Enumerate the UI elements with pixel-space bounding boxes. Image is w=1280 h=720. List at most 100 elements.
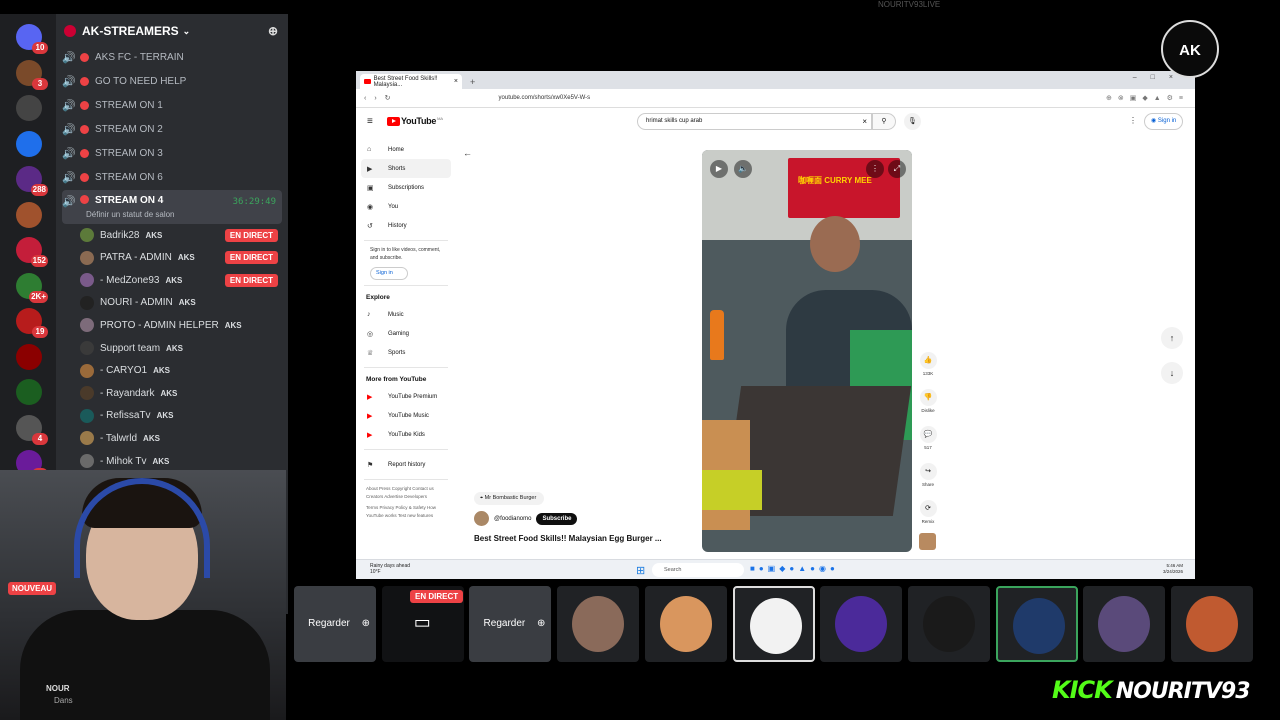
browser-tab[interactable]: Best Street Food Skills!! Malaysia... × [360, 74, 462, 89]
taskbar-search[interactable]: Search [652, 563, 744, 577]
subscribe-button[interactable]: Subscribe [536, 512, 578, 525]
voice-channel-active[interactable]: 🔊 STREAM ON 4 36:29:49 Définir un statut de… [62, 190, 282, 224]
more-vert-icon[interactable]: ⋮ [866, 160, 884, 178]
fullscreen-icon[interactable]: ⤢ [888, 160, 906, 178]
watch-icon[interactable]: ⊕ [537, 618, 545, 629]
voice-channel[interactable]: 🔊 STREAM ON 3 [62, 142, 282, 164]
server-icon[interactable]: 10 [16, 24, 48, 54]
voice-member[interactable]: - RefissaTv AKS [80, 405, 280, 427]
sidebar-item-subscriptions[interactable]: ▣ Subscriptions [356, 178, 456, 197]
uploader-handle[interactable]: @foodianomo [494, 516, 531, 522]
sidebar-item-gaming[interactable]: ◎ Gaming [356, 324, 456, 343]
voice-member[interactable]: PATRA - ADMIN AKS EN DIRECT [80, 247, 280, 269]
sidebar-item-yt-app[interactable]: ▶ YouTube Kids [356, 425, 456, 444]
add-member-icon[interactable]: ⊕ [268, 24, 278, 38]
location-chip[interactable]: ⌖ Mr Bombastic Burger [474, 492, 545, 505]
server-icon[interactable]: 152 [16, 237, 48, 267]
sidebar-item-home[interactable]: ⌂ Home [356, 140, 456, 159]
footer-links[interactable]: Terms Privacy Policy & Safety How YouTub… [356, 504, 448, 519]
server-icon[interactable] [16, 95, 42, 121]
audio-thumbnail[interactable] [919, 533, 936, 550]
volume-icon[interactable]: 🔈 [734, 160, 752, 178]
action-icon[interactable]: 💬 [919, 426, 937, 443]
back-arrow-icon[interactable]: ← [463, 148, 472, 158]
voice-member[interactable]: Support team AKS [80, 337, 280, 359]
extensions-icons[interactable]: ⊕⊗▣◆▲⚙≡ [1106, 94, 1189, 102]
windows-start-icon[interactable]: ⊞ [636, 564, 645, 577]
uploader-avatar[interactable] [474, 511, 489, 526]
previous-short-arrow-icon[interactable]: ↑ [1161, 327, 1183, 349]
voice-member[interactable]: - Mihok Tv AKS [80, 450, 280, 472]
sidebar-sign-in-button[interactable]: Sign in [370, 267, 408, 280]
watch-icon[interactable]: ⊕ [362, 618, 370, 629]
server-icon[interactable] [16, 201, 42, 228]
sidebar-item-report[interactable]: ⚑ Report history [356, 455, 456, 474]
voice-member[interactable]: - CARYO1 AKS [80, 360, 280, 382]
action-icon[interactable]: 👍 [919, 352, 937, 369]
voice-channel[interactable]: 🔊 STREAM ON 1 [62, 94, 282, 116]
stream-tile[interactable] [820, 586, 903, 662]
footer-links[interactable]: About Press Copyright Contact us Creator… [356, 485, 448, 500]
taskbar-app-icons[interactable]: ■●▣◆●▲●◉● [750, 564, 839, 573]
server-icon[interactable]: 4 [16, 414, 48, 445]
play-icon[interactable]: ▶ [710, 160, 728, 178]
voice-channel[interactable]: 🔊 STREAM ON 2 [62, 118, 282, 140]
action-icon[interactable]: ⟳ [919, 500, 937, 517]
stream-tile[interactable] [1083, 586, 1166, 662]
weather-widget[interactable]: Rainy days ahead 10°F [370, 563, 410, 575]
more-options-icon[interactable]: ⋮ [1129, 116, 1137, 125]
voice-channel[interactable]: 🔊 GO TO NEED HELP [62, 70, 282, 92]
voice-member[interactable]: - Rayandark AKS [80, 382, 280, 404]
stream-tile[interactable] [1171, 586, 1253, 662]
next-short-arrow-icon[interactable]: ↓ [1161, 362, 1183, 384]
sidebar-item-sports[interactable]: ♕ Sports [356, 343, 456, 362]
stream-tile[interactable] [644, 586, 727, 662]
voice-channel[interactable]: 🔊 AKS FC - TERRAIN [62, 46, 282, 68]
clear-search-icon[interactable]: × [862, 114, 867, 129]
hamburger-menu-icon[interactable]: ≡ [367, 116, 373, 127]
youtube-logo[interactable]: YouTube MA [387, 116, 443, 126]
sidebar-item-shorts[interactable]: ▶ Shorts [361, 159, 451, 178]
server-icon[interactable] [16, 130, 42, 157]
server-icon[interactable] [16, 343, 42, 370]
search-input[interactable]: hrimat skills cup arab × [637, 113, 872, 130]
short-video-player[interactable]: 咖喱面 CURRY MEE ▶ 🔈 ⋮ ⤢ [702, 150, 912, 552]
close-tab-icon[interactable]: × [454, 78, 458, 85]
mic-icon[interactable]: 🎙 [904, 113, 921, 130]
new-tab-button[interactable]: + [470, 77, 475, 89]
server-icon[interactable]: 288 [16, 166, 48, 196]
stream-tile[interactable] [732, 586, 815, 662]
action-icon[interactable]: 👎 [919, 389, 937, 406]
nav-buttons[interactable]: ‹›↻ [364, 94, 399, 102]
voice-channel[interactable]: 🔊 STREAM ON 6 [62, 166, 282, 188]
sidebar-item-yt-app[interactable]: ▶ YouTube Premium [356, 387, 456, 406]
stream-tile[interactable] [907, 586, 990, 662]
stream-tile[interactable]: Regarder ⊕ [469, 586, 552, 662]
url-field[interactable]: youtube.com/shorts/xw0Xe5V-W-s [499, 95, 591, 101]
action-icon[interactable]: ↪ [919, 463, 937, 480]
guild-header[interactable]: AK-STREAMERS ⌄ ⊕ [56, 14, 288, 48]
voice-member[interactable]: NOURI - ADMIN AKS [80, 292, 280, 314]
sidebar-item-label: Music [388, 311, 404, 318]
sidebar-item-music[interactable]: ♪ Music [356, 305, 456, 324]
stream-tile[interactable]: Regarder ⊕ [294, 586, 376, 662]
taskbar-clock[interactable]: 5:46 AM 3/24/2026 [1163, 563, 1183, 575]
sign-in-button[interactable]: ◉ Sign in [1144, 113, 1184, 130]
search-button[interactable]: ⚲ [872, 113, 896, 130]
voice-member[interactable]: - MedZone93 AKS EN DIRECT [80, 269, 280, 291]
voice-member[interactable]: - Talwrld AKS [80, 427, 280, 449]
server-icon[interactable]: 2K+ [16, 272, 48, 303]
voice-member[interactable]: PROTO - ADMIN HELPER AKS [80, 314, 280, 336]
server-icon[interactable]: 19 [16, 308, 48, 338]
avatar [80, 386, 94, 401]
channel-status[interactable]: Définir un statut de salon [86, 210, 175, 219]
sidebar-item-history[interactable]: ↺ History [356, 216, 456, 235]
sidebar-item-yt-app[interactable]: ▶ YouTube Music [356, 406, 456, 425]
sidebar-item-you[interactable]: ◉ You [356, 197, 456, 216]
server-icon[interactable]: 3 [16, 59, 48, 90]
stream-tile[interactable] [557, 586, 640, 662]
server-icon[interactable] [16, 379, 42, 405]
voice-member[interactable]: Badrik28 AKS EN DIRECT [80, 224, 280, 246]
stream-tile[interactable] [995, 586, 1078, 662]
short-title[interactable]: Best Street Food Skills!! Malaysian Egg … [474, 534, 662, 543]
